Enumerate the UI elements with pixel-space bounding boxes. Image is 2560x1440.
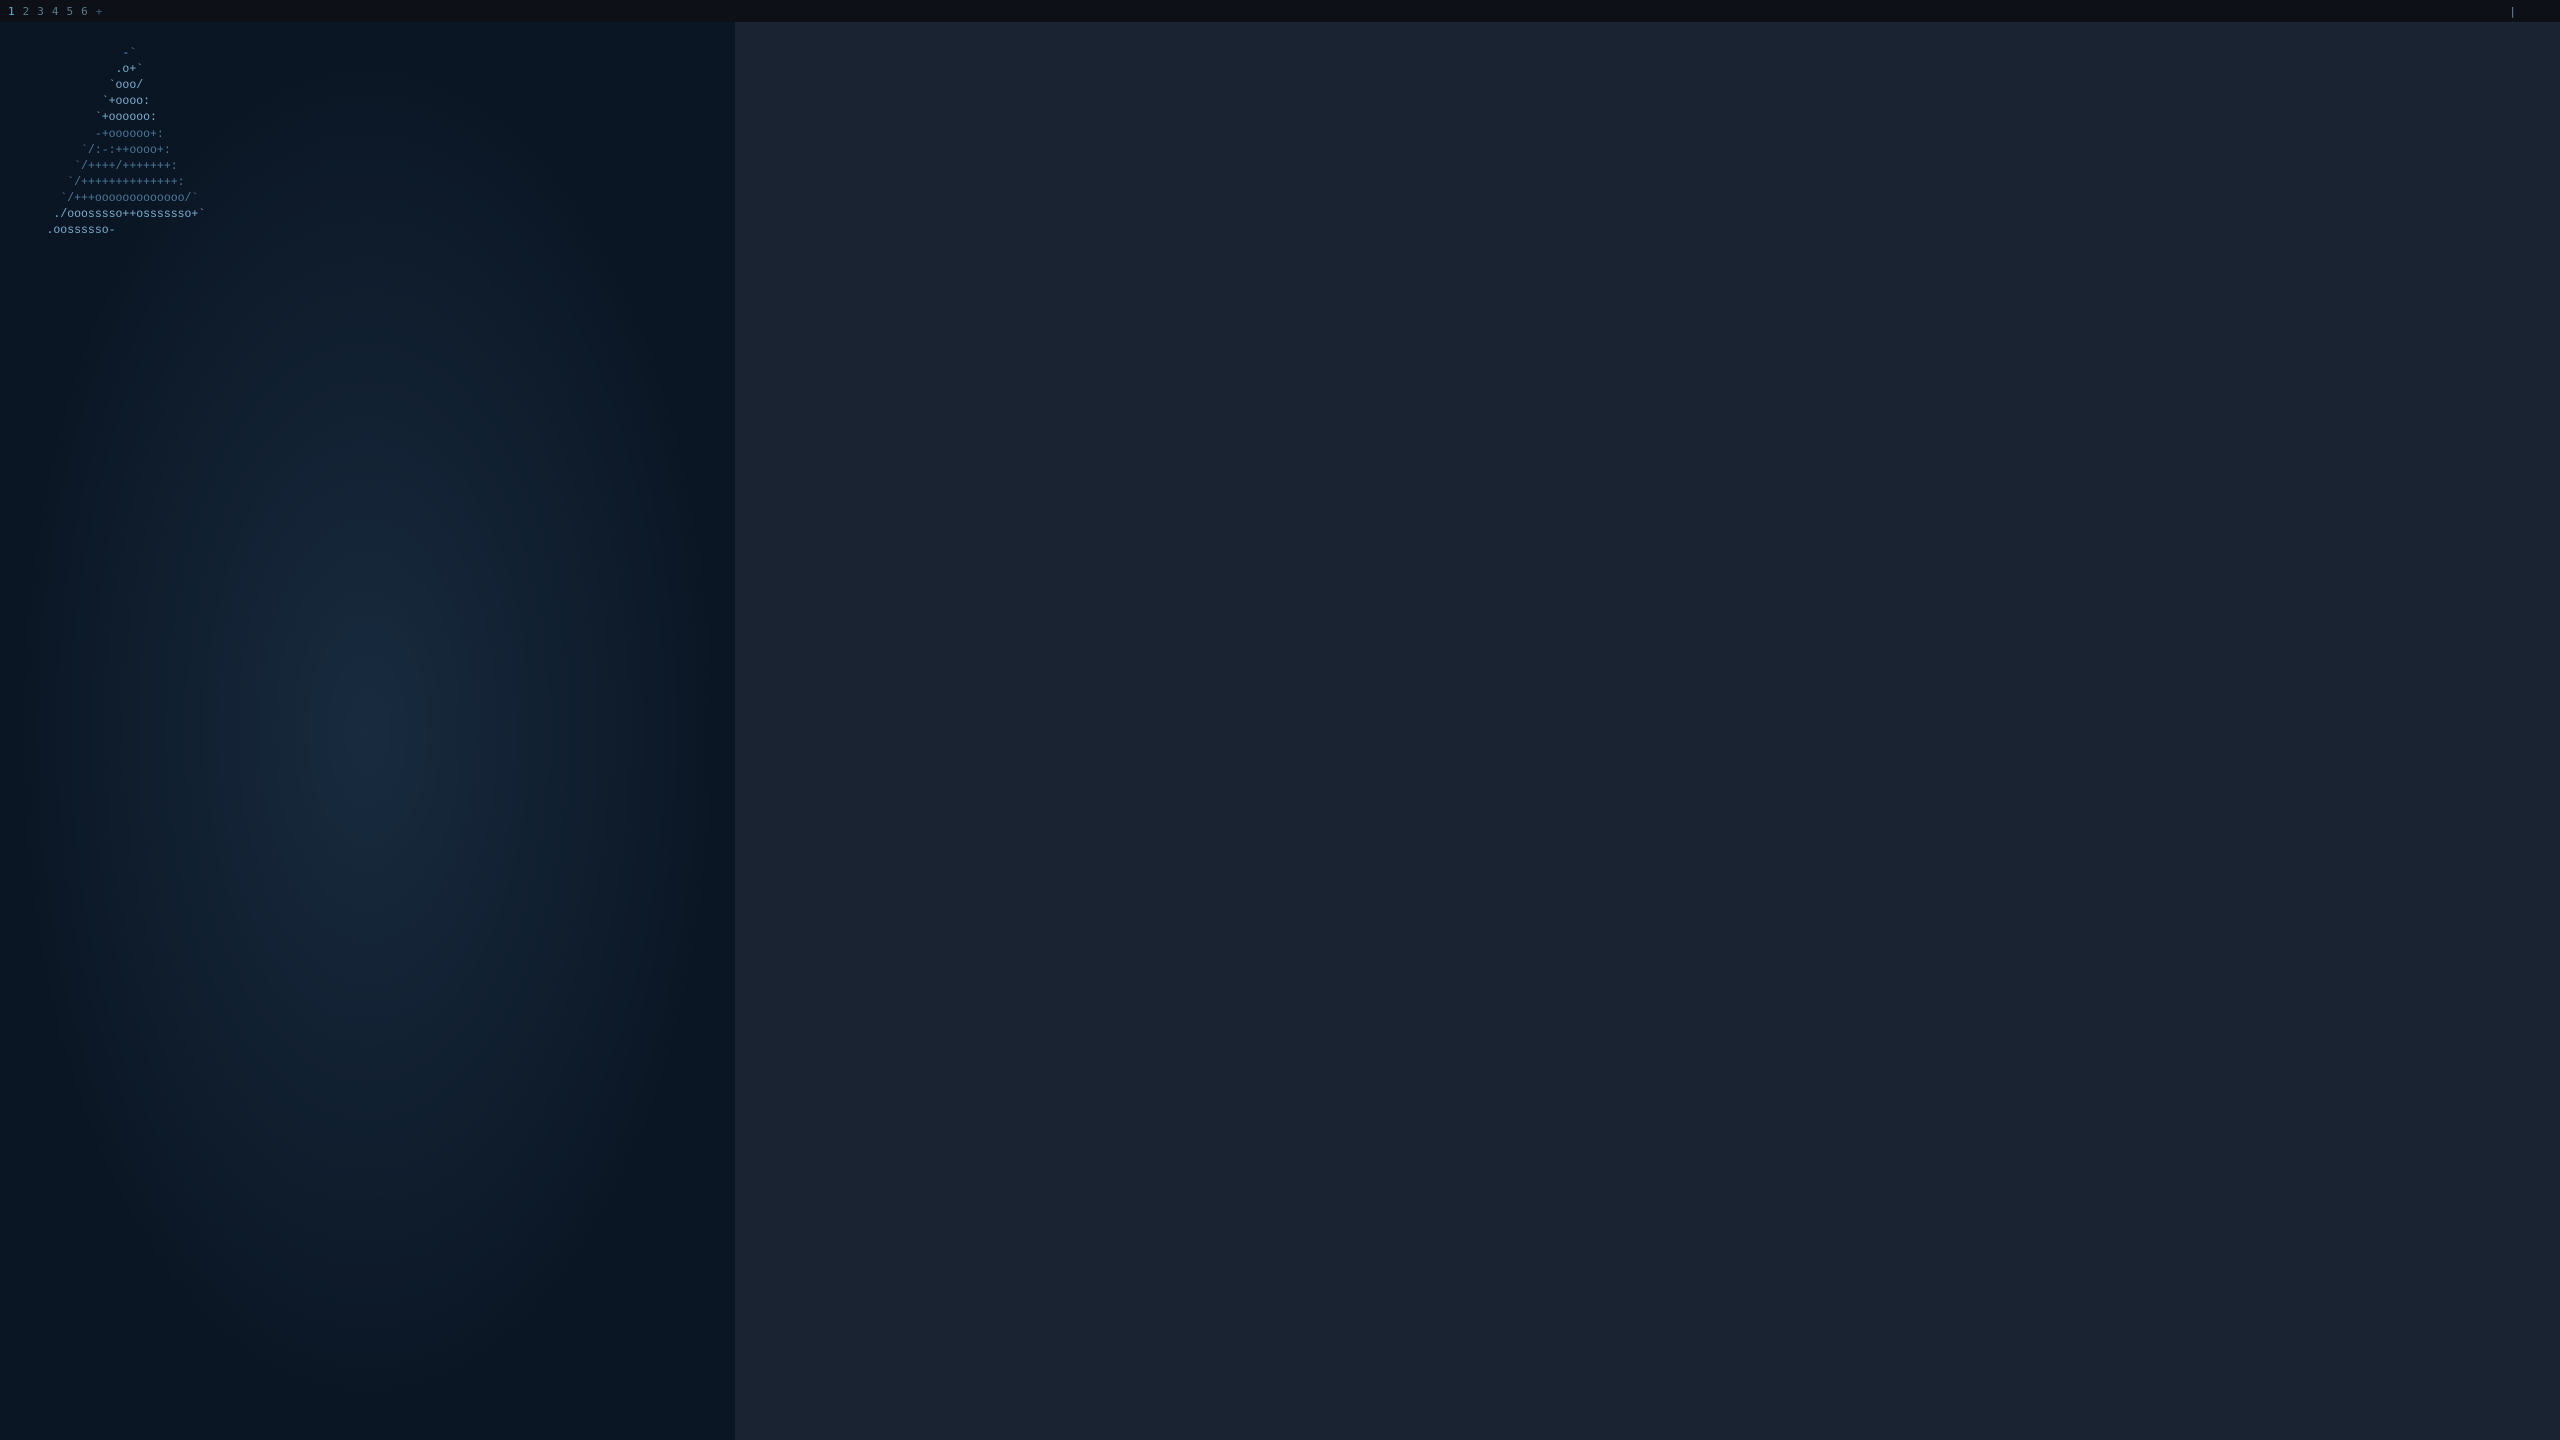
- topbar-right: |: [2509, 5, 2552, 18]
- workspace-indicator[interactable]: 6: [81, 5, 88, 18]
- workspace-indicator[interactable]: 5: [67, 5, 74, 18]
- topbar: 1 2 3 4 5 6 + |: [0, 0, 2560, 22]
- workspace-indicator[interactable]: 4: [52, 5, 59, 18]
- cpu-info: |: [2509, 5, 2516, 18]
- workspace-indicator[interactable]: 2: [23, 5, 30, 18]
- left-terminal: -` .o+` `ooo/ `+oooo: `+oooooo: -+oooooo…: [0, 22, 735, 1440]
- workspace-indicator[interactable]: 1: [8, 5, 15, 18]
- topbar-left: 1 2 3 4 5 6 +: [8, 5, 118, 18]
- workspace-indicator[interactable]: 3: [37, 5, 44, 18]
